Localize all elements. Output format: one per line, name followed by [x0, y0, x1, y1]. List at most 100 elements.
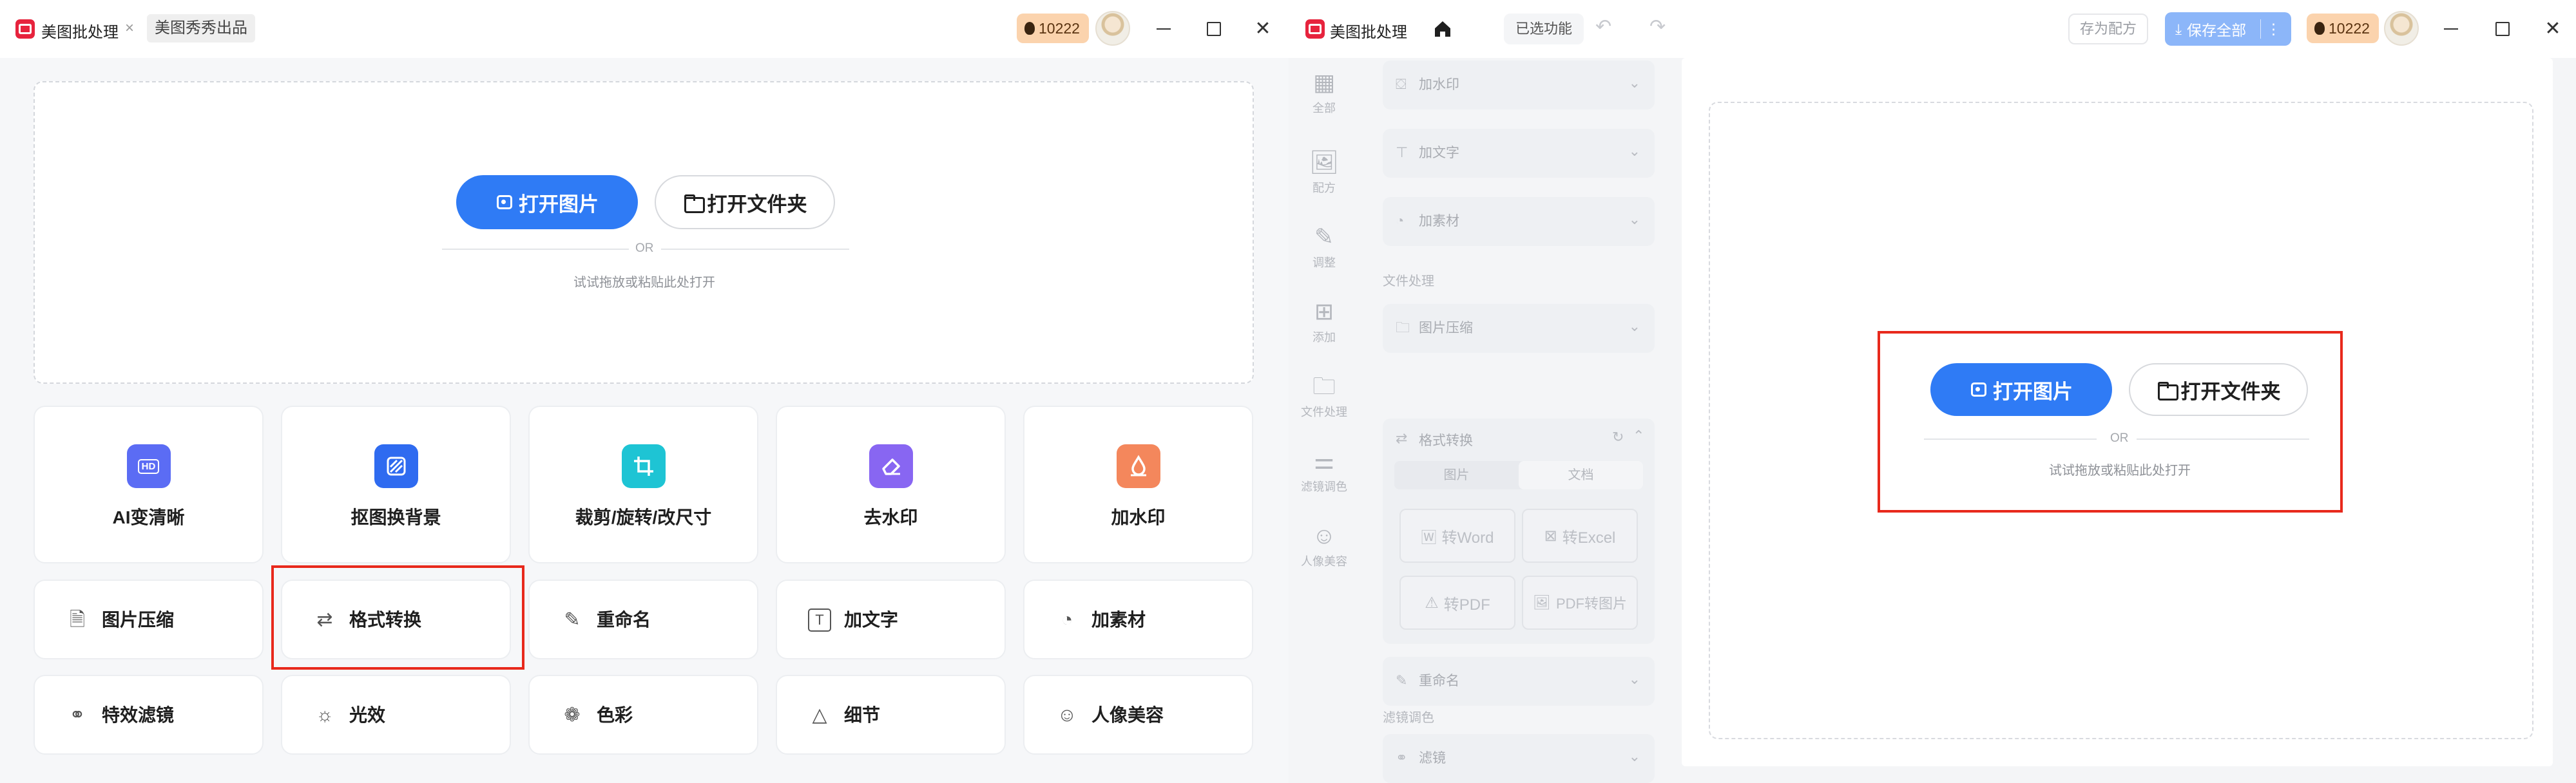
selected-features-button[interactable]: 已选功能: [1504, 14, 1584, 44]
app-logo-icon: [15, 19, 35, 39]
nav-label: 全部: [1312, 102, 1336, 115]
coin-balance-badge[interactable]: 10222: [1017, 14, 1089, 43]
maximize-button[interactable]: [2490, 16, 2515, 42]
cutout-icon: [374, 444, 418, 488]
sticker-icon: ◔: [1061, 609, 1073, 630]
redo-icon[interactable]: ↷: [1649, 15, 1666, 38]
grid-icon: ▦: [1312, 69, 1335, 95]
tool-card-rename[interactable]: ✎ 重命名: [528, 580, 758, 659]
minimize-icon: [1157, 28, 1171, 30]
open-folder-button[interactable]: 打开文件夹: [655, 175, 835, 229]
close-tab-icon[interactable]: ×: [125, 19, 134, 37]
nav-item-filter-color[interactable]: ⚌ 滤镜调色: [1289, 448, 1360, 495]
minimize-button[interactable]: [1151, 16, 1177, 42]
format-label: 转Excel: [1562, 529, 1616, 547]
save-recipe-button[interactable]: 存为配方: [2068, 14, 2149, 44]
panel-row-add-watermark[interactable]: ⛋ 加水印 ⌄: [1383, 61, 1655, 109]
tool-label: 特效滤镜: [102, 705, 175, 725]
feature-label: 抠图换背景: [351, 507, 441, 527]
maximize-button[interactable]: [1201, 16, 1227, 42]
feature-card-ai-enhance[interactable]: HD AI变清晰: [34, 406, 264, 563]
open-image-button[interactable]: 打开图片: [456, 175, 638, 229]
tool-label: 人像美容: [1091, 705, 1164, 725]
tab-meitu-xiuxiu[interactable]: 美图秀秀出品: [147, 14, 255, 42]
save-all-button[interactable]: ⤓ 保存全部 ⋮: [2165, 12, 2292, 46]
tool-label: 图片压缩: [102, 610, 175, 630]
feature-card-add-watermark[interactable]: 加水印: [1023, 406, 1253, 563]
chevron-down-icon: ⌄: [1628, 318, 1640, 334]
close-button[interactable]: ✕: [2540, 16, 2566, 42]
portrait-icon: ☺: [1312, 522, 1336, 549]
filter-icon: ⚭: [1396, 750, 1408, 766]
coin-balance-badge[interactable]: 10222: [2307, 14, 2379, 43]
title-bar: 美图批处理 × 美图秀秀出品 10222 ✕: [0, 0, 1289, 58]
tool-card-portrait-beauty[interactable]: ☺ 人像美容: [1023, 675, 1253, 755]
highlight-annotation: [271, 565, 524, 670]
nav-item-all[interactable]: ▦ 全部: [1289, 70, 1360, 116]
folder-icon: [683, 194, 705, 213]
user-avatar[interactable]: [1095, 11, 1130, 46]
nav-label: 人像美容: [1301, 555, 1347, 568]
close-icon: ✕: [1254, 18, 1271, 39]
panel-row-add-material[interactable]: ◔ 加素材 ⌄: [1383, 197, 1655, 246]
text-icon: ⊤: [1396, 144, 1408, 160]
segment-document[interactable]: 文档: [1519, 461, 1643, 489]
reset-icon[interactable]: ↻: [1612, 429, 1624, 446]
feature-label: AI变清晰: [112, 507, 185, 527]
to-word-button[interactable]: 🅆 转Word: [1399, 509, 1515, 563]
crop-icon: [621, 444, 666, 488]
tool-card-light[interactable]: ☼ 光效: [281, 675, 511, 755]
home-icon[interactable]: [1432, 18, 1454, 40]
filter-icon: ⚭: [69, 704, 86, 726]
nav-item-portrait-beauty[interactable]: ☺ 人像美容: [1289, 523, 1360, 569]
nav-label: 文件处理: [1301, 406, 1347, 419]
row-label: 加素材: [1419, 214, 1459, 229]
pdf-to-image-button[interactable]: 🖼 PDF转图片: [1522, 576, 1638, 630]
panel-row-compress[interactable]: 🗀 图片压缩 ⌄: [1383, 304, 1655, 353]
to-pdf-button[interactable]: ⚠ 转PDF: [1399, 576, 1515, 630]
segment-image[interactable]: 图片: [1394, 461, 1519, 489]
tool-card-detail[interactable]: △ 细节: [776, 675, 1006, 755]
settings-panel: ⛋ 加水印 ⌄ ⊤ 加文字 ⌄ ◔ 加素材 ⌄ 文件处理 🗀 图片压缩 ⌄ ⇄ …: [1360, 58, 1674, 783]
panel-row-filter[interactable]: ⚭ 滤镜 ⌄: [1383, 734, 1655, 783]
tool-card-add-text[interactable]: T 加文字: [776, 580, 1006, 659]
undo-icon[interactable]: ↶: [1595, 15, 1611, 38]
feature-card-cutout[interactable]: 抠图换背景: [281, 406, 511, 563]
tool-card-effect-filter[interactable]: ⚭ 特效滤镜: [34, 675, 264, 755]
maximize-icon: [2495, 22, 2510, 36]
image-drop-zone[interactable]: 打开图片 打开文件夹 OR 试试拖放或粘贴此处打开: [34, 81, 1254, 384]
tool-card-compress[interactable]: 🗎 图片压缩: [34, 580, 264, 659]
nav-item-add[interactable]: ⊞ 添加: [1289, 299, 1360, 345]
row-label: 加文字: [1419, 146, 1459, 160]
or-separator: OR: [635, 241, 654, 255]
tool-label: 重命名: [597, 610, 651, 630]
recipe-icon: 🖼: [1309, 149, 1339, 175]
sticker-icon: ◔: [1396, 212, 1405, 229]
tool-card-color[interactable]: ❁ 色彩: [528, 675, 758, 755]
word-icon: 🅆: [1421, 529, 1437, 547]
user-avatar[interactable]: [2384, 11, 2419, 46]
adjust-icon: ✎: [1314, 223, 1334, 250]
row-label: 滤镜: [1419, 751, 1446, 766]
tool-label: 加素材: [1091, 610, 1146, 630]
close-button[interactable]: ✕: [1250, 16, 1276, 42]
to-excel-button[interactable]: ⊠ 转Excel: [1522, 509, 1638, 563]
feature-card-crop[interactable]: 裁剪/旋转/改尺寸: [528, 406, 758, 563]
minimize-button[interactable]: [2438, 16, 2464, 42]
tool-label: 光效: [349, 705, 386, 725]
open-folder-label: 打开文件夹: [707, 193, 807, 216]
row-label: 加水印: [1419, 77, 1459, 92]
more-options-icon[interactable]: ⋮: [2266, 21, 2281, 38]
nav-item-recipe[interactable]: 🖼 配方: [1289, 149, 1360, 196]
tool-card-add-material[interactable]: ◔ 加素材: [1023, 580, 1253, 659]
nav-item-adjust[interactable]: ✎ 调整: [1289, 224, 1360, 270]
panel-row-add-text[interactable]: ⊤ 加文字 ⌄: [1383, 129, 1655, 178]
chevron-up-icon[interactable]: ⌃: [1633, 428, 1644, 444]
open-image-label: 打开图片: [519, 193, 599, 216]
coin-icon: [2314, 22, 2325, 35]
add-icon: ⊞: [1314, 298, 1334, 325]
nav-item-file-processing[interactable]: 🗀 文件处理: [1289, 373, 1360, 420]
feature-card-remove-watermark[interactable]: 去水印: [776, 406, 1006, 563]
panel-row-rename[interactable]: ✎ 重命名 ⌄: [1383, 657, 1655, 706]
format-convert-title: 格式转换: [1419, 433, 1473, 448]
